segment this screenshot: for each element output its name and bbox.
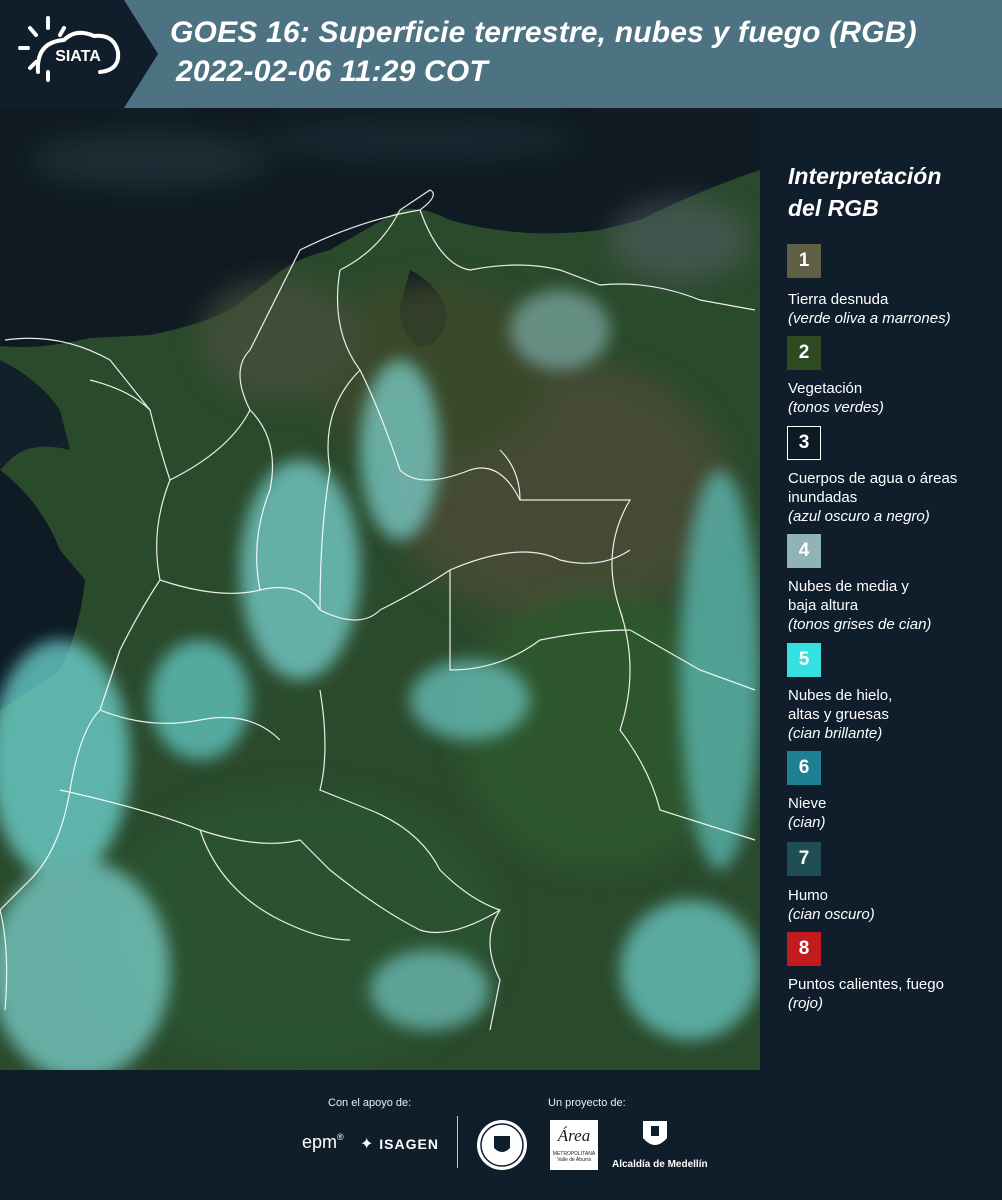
legend-swatch-6: 6 (787, 751, 821, 785)
page-title: GOES 16: Superficie terrestre, nubes y f… (170, 16, 917, 49)
legend-item-6: Nieve (cian) (788, 795, 827, 831)
seal-logo (477, 1120, 527, 1170)
legend-swatch-7: 7 (787, 842, 821, 876)
timestamp: 2022-02-06 11:29 COT (176, 55, 488, 88)
legend-swatch-4: 4 (787, 534, 821, 568)
legend-item-5: Nubes de hielo, altas y gruesas (cian bri… (788, 687, 893, 742)
legend-item-2: Vegetación (tonos verdes) (788, 380, 884, 416)
isagen-mark-icon: ✦ (360, 1136, 375, 1153)
legend-item-4: Nubes de media y baja altura (tonos grise… (788, 578, 932, 633)
legend-item-1: Tierra desnuda (verde oliva a marrones) (788, 291, 951, 327)
legend-swatch-1: 1 (787, 244, 821, 278)
isagen-logo: ✦ ISAGEN (360, 1136, 439, 1153)
legend-item-8: Puntos calientes, fuego (rojo) (788, 976, 944, 1012)
svg-text:SIATA: SIATA (55, 48, 101, 65)
legend-swatch-5: 5 (787, 643, 821, 677)
header-bar: SIATA GOES 16: Superficie terrestre, nub… (0, 0, 1002, 108)
legend-title: Interpretación del RGB (788, 163, 942, 221)
project-label: Un proyecto de: (548, 1097, 626, 1109)
footer: Con el apoyo de: Un proyecto de: epm® ✦ … (0, 1070, 1002, 1200)
footer-divider (457, 1116, 458, 1168)
legend-item-3: Cuerpos de agua o áreas inundadas (azul o… (788, 470, 958, 525)
legend-item-7: Humo (cian oscuro) (788, 887, 875, 923)
area-metropolitana-logo: Área METROPOLITANA Valle de Aburrá (550, 1120, 598, 1170)
medellin-coat-of-arms-icon (640, 1118, 670, 1154)
siata-logo: SIATA (0, 0, 158, 108)
legend-swatch-2: 2 (787, 336, 821, 370)
rgb-legend: Interpretación del RGB 1 Tierra desnuda(… (760, 110, 1002, 1070)
legend-swatch-8: 8 (787, 932, 821, 966)
legend-swatch-3: 3 (787, 426, 821, 460)
epm-logo: epm® (302, 1132, 344, 1152)
satellite-map[interactable] (0, 110, 760, 1070)
support-label: Con el apoyo de: (328, 1097, 412, 1109)
alcaldia-text: Alcaldía de Medellín (612, 1159, 708, 1170)
